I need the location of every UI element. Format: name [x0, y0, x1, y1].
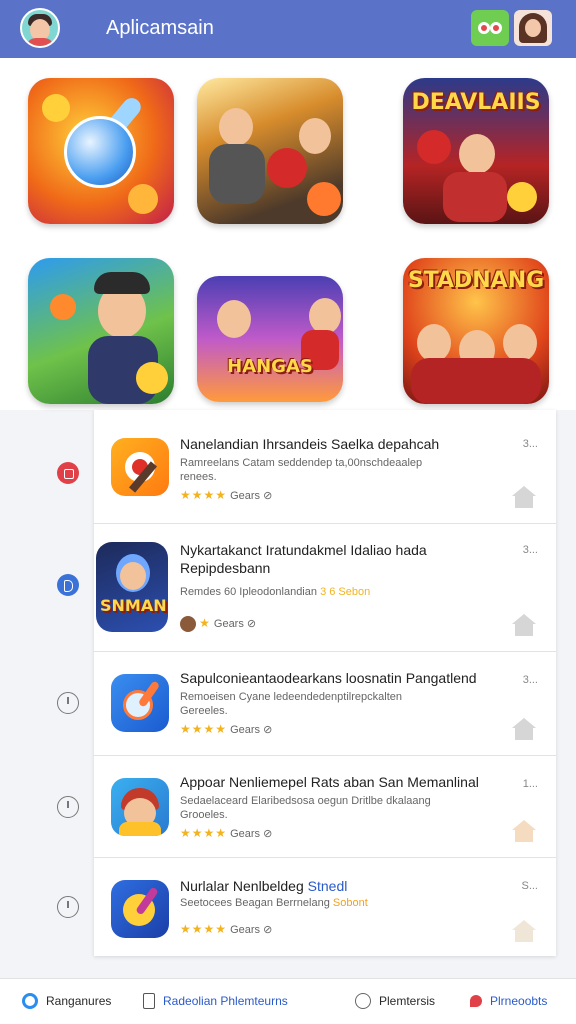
star-rating: ★★★★ — [180, 488, 228, 502]
rating-label: Gears — [230, 828, 261, 840]
list-item[interactable]: Nanelandian Ihrsandeis Saelka depahcah R… — [94, 410, 556, 524]
star-rating: ★ — [199, 616, 211, 630]
bottom-navigation: Ranganures Radeolian Phlemteurns Plemter… — [0, 978, 576, 1024]
featured-game-tile[interactable]: HANGAS — [197, 276, 343, 402]
clock-icon[interactable] — [57, 692, 79, 714]
app-icon — [111, 778, 169, 836]
home-icon[interactable] — [512, 718, 536, 740]
tile-title: DEAVLAIIS — [411, 90, 541, 115]
item-count: 1... — [522, 778, 538, 790]
star-rating: ★★★★ — [180, 922, 228, 936]
item-title-accent: Stnedl — [307, 878, 348, 894]
item-title: Nurlalar Nenlbeldeg Stnedl — [180, 878, 348, 894]
record-icon[interactable] — [57, 462, 79, 484]
star-rating: ★★★★ — [180, 826, 228, 840]
app-list: Nanelandian Ihrsandeis Saelka depahcah R… — [94, 410, 556, 956]
list-item[interactable]: Sapulconieantaodearkans loosnatin Pangat… — [94, 652, 556, 756]
item-description: Ramreelans Catam seddendep ta,00nschdeaa… — [180, 457, 423, 469]
rating-label: Gears — [230, 490, 261, 502]
item-count: S... — [521, 880, 538, 892]
chat-bubbles-icon[interactable] — [471, 10, 509, 46]
featured-game-tile[interactable] — [28, 78, 174, 224]
star-rating: ★★★★ — [180, 722, 228, 736]
item-count: 3... — [522, 674, 538, 686]
rating-label: Gears — [230, 724, 261, 736]
item-title: Appoar Nenliemepel Rats aban San Memanli… — [180, 774, 479, 790]
home-icon[interactable] — [512, 614, 536, 636]
user-avatar-icon[interactable] — [20, 8, 60, 48]
nav-item-radeolian[interactable]: Radeolian Phlemteurns — [143, 993, 288, 1009]
home-icon[interactable] — [512, 486, 536, 508]
item-count: 3... — [522, 438, 538, 450]
item-subtitle: Repipdesbann — [180, 560, 271, 576]
profile-avatar-icon[interactable] — [514, 10, 552, 46]
item-title: Nanelandian Ihrsandeis Saelka depahcah — [180, 436, 440, 452]
item-title: Nykartakanct Iratundakmel Idaliao hada — [180, 542, 427, 558]
app-icon: SNMAN — [96, 542, 168, 632]
featured-game-tile[interactable]: DEAVLAIIS — [403, 78, 549, 224]
app-icon — [111, 880, 169, 938]
featured-game-tile[interactable] — [28, 258, 174, 404]
badge-extra: Sobont — [332, 897, 368, 909]
featured-game-tile[interactable] — [197, 78, 343, 224]
item-description: Remdes 60 Ipleodonlandian 3 6 Sebon — [180, 586, 371, 598]
app-icon — [111, 438, 169, 496]
app-title: Aplicamsain — [106, 17, 214, 39]
list-item[interactable]: SNMAN Nykartakanct Iratundakmel Idaliao … — [94, 524, 556, 652]
smile-icon — [355, 993, 371, 1009]
home-icon[interactable] — [512, 820, 536, 842]
badge-extra: 3 6 Sebon — [320, 586, 371, 598]
nav-item-ranganures[interactable]: Ranganures — [22, 993, 111, 1009]
tile-title: STADNANG — [407, 268, 545, 293]
nav-item-plrneoobts[interactable]: Plrneoobts — [470, 993, 547, 1008]
bookmark-icon[interactable] — [57, 574, 79, 596]
item-title: Sapulconieantaodearkans loosnatin Pangat… — [180, 670, 477, 686]
item-description: Gereeles. — [180, 705, 228, 717]
item-description: renees. — [180, 471, 217, 483]
app-header: Aplicamsain — [0, 0, 576, 58]
home-icon[interactable] — [512, 920, 536, 942]
tablet-icon — [143, 993, 155, 1009]
nav-item-plemtersis[interactable]: Plemtersis — [355, 993, 435, 1009]
item-description: Grooeles. — [180, 809, 228, 821]
item-description: Seetocees Beagan Berrnelang Sobont — [180, 897, 368, 909]
pin-icon — [470, 994, 482, 1007]
rating-label: Gears — [230, 924, 261, 936]
featured-game-tile[interactable]: STADNANG — [403, 258, 549, 404]
avatar — [180, 616, 196, 633]
list-item[interactable]: Appoar Nenliemepel Rats aban San Memanli… — [94, 756, 556, 858]
clock-icon[interactable] — [57, 896, 79, 918]
tile-title: HANGAS — [227, 356, 313, 377]
clock-icon[interactable] — [57, 796, 79, 818]
target-icon — [22, 993, 38, 1009]
app-icon — [111, 674, 169, 732]
rating-label: Gears — [213, 618, 244, 630]
list-item[interactable]: Nurlalar Nenlbeldeg Stnedl Seetocees Bea… — [94, 858, 556, 956]
item-description: Remoeisen Cyane ledeendedenptilrepckalte… — [180, 691, 402, 703]
item-count: 3... — [522, 544, 538, 556]
item-description: Sedaelaceard Elaribedsosa oegun Dritlbe … — [180, 795, 431, 807]
